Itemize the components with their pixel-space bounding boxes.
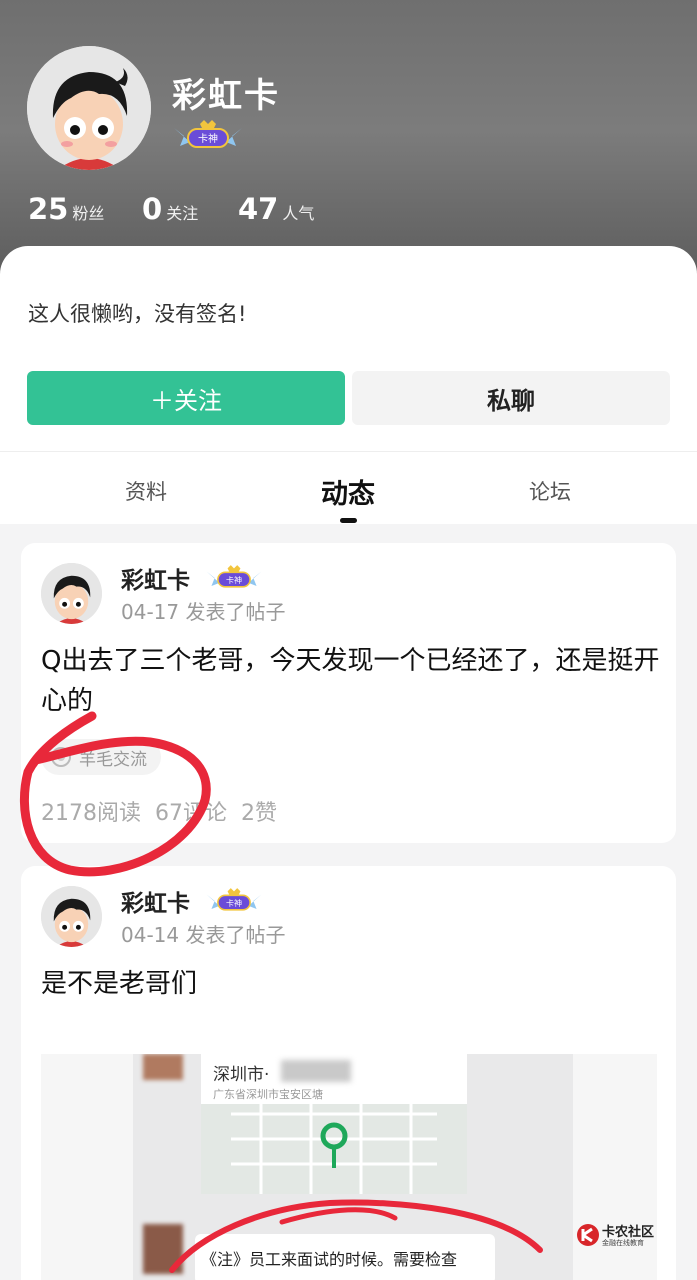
watermark-subtitle: 金融在线教育 [602,1239,644,1247]
profile-username: 彩虹卡 [172,76,280,116]
tab-active-indicator [340,518,357,523]
card-god-badge-icon: 卡神 [174,120,242,148]
blurred-text [281,1060,351,1082]
avatar-cartoon-icon [41,886,102,947]
private-chat-button[interactable]: 私聊 [352,371,670,425]
map-pin-icon [231,1104,437,1194]
post-comments: 67评论 [155,801,227,826]
post-author[interactable]: 彩虹卡 [121,561,190,595]
map-address: 广东省深圳市宝安区塘 [213,1088,323,1101]
stat-fans-label: 粉丝 [72,204,105,223]
card-god-badge-icon: 卡神 [206,565,262,588]
tab-profile-info[interactable]: 资料 [86,476,206,506]
badge-label: 卡神 [198,132,218,145]
tab-activity[interactable]: 动态 [288,472,408,511]
post-author[interactable]: 彩虹卡 [121,884,190,918]
post-text[interactable]: Q出去了三个老哥，今天发现一个已经还了，还是挺开心的 [41,641,661,721]
stat-following[interactable]: 0 关注 [142,192,198,226]
badge-label: 卡神 [226,898,242,908]
post-card[interactable]: 彩虹卡 卡神 04-17 发表了帖子 Q出去了三个老哥，今天发现一个已经还了，还… [21,543,676,843]
post-text[interactable]: 是不是老哥们 [41,964,661,1004]
stat-popularity-number: 47 [238,192,279,226]
message-text: 《注》员工来面试的时候。需要检查 [201,1250,458,1269]
profile-card: 这人很懒哟，没有签名! ＋关注 私聊 资料 动态 论坛 [0,246,697,524]
map-title: 深圳市· [213,1065,270,1085]
avatar-cartoon-icon [27,46,151,170]
post-meta: 04-14 发表了帖子 [121,923,286,947]
stat-fans-number: 25 [28,192,69,226]
message-bubble: 《注》员工来面试的时候。需要检查 [195,1234,495,1280]
post-tag[interactable]: 羊毛交流 [41,739,161,775]
post-tag-label: 羊毛交流 [79,749,147,770]
tag-circle-icon [51,747,71,767]
stat-fans[interactable]: 25 粉丝 [28,192,104,226]
tab-forum[interactable]: 论坛 [490,476,610,506]
map-bubble: 深圳市· 广东省深圳市宝安区塘 [201,1054,467,1194]
kanong-logo-icon [577,1224,599,1246]
blurred-avatar [143,1054,183,1080]
post-avatar[interactable] [41,563,102,624]
map-thumbnail [201,1104,467,1194]
card-god-badge-icon: 卡神 [206,888,262,911]
post-stats: 2178阅读 67评论 2赞 [41,795,291,827]
stat-following-label: 关注 [166,204,199,223]
stat-popularity[interactable]: 47 人气 [238,192,314,226]
watermark: 卡农社区 金融在线教育 [576,1221,660,1251]
follow-button[interactable]: ＋关注 [27,371,345,425]
signature: 这人很懒哟，没有签名! [28,302,247,326]
post-card[interactable]: 彩虹卡 卡神 04-14 发表了帖子 是不是老哥们 深圳市· 广东省深圳市宝安区… [21,866,676,1280]
post-likes: 2赞 [241,801,277,826]
post-image[interactable]: 深圳市· 广东省深圳市宝安区塘 《注》员工来面试的时候。需要检查 [41,1054,657,1280]
avatar-cartoon-icon [41,563,102,624]
avatar[interactable] [27,46,151,170]
post-avatar[interactable] [41,886,102,947]
divider [0,451,697,452]
badge-label: 卡神 [226,575,242,585]
chat-screenshot: 深圳市· 广东省深圳市宝安区塘 《注》员工来面试的时候。需要检查 [133,1054,573,1280]
stat-following-number: 0 [142,192,163,226]
post-meta: 04-17 发表了帖子 [121,600,286,624]
blurred-avatar [143,1224,183,1274]
stat-popularity-label: 人气 [282,204,315,223]
post-reads: 2178阅读 [41,801,141,826]
